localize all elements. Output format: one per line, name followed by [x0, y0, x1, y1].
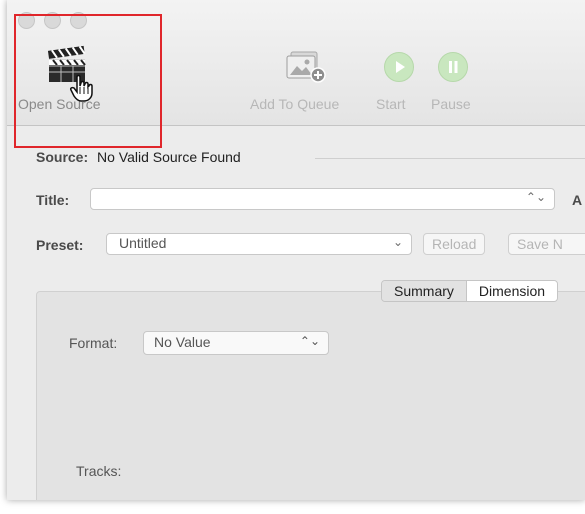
play-icon: [396, 61, 405, 73]
zoom-icon[interactable]: [70, 12, 87, 29]
source-value: No Valid Source Found: [97, 149, 241, 165]
tab-dimensions[interactable]: Dimension: [466, 281, 558, 301]
open-source-label: Open Source: [18, 96, 101, 112]
pause-label: Pause: [431, 96, 471, 112]
title-trailing-label: A: [572, 192, 583, 208]
tracks-label: Tracks:: [76, 463, 122, 479]
summary-panel: Format: No Value ⌃⌄ Tracks:: [36, 291, 585, 500]
save-new-preset-button[interactable]: Save N: [508, 233, 585, 255]
start-label: Start: [376, 96, 406, 112]
source-divider: [315, 158, 585, 159]
format-select-value: No Value: [154, 334, 211, 350]
add-to-queue-button[interactable]: [285, 50, 327, 89]
add-to-queue-icon: [286, 51, 326, 83]
title-label: Title:: [36, 192, 70, 208]
pause-icon: [449, 61, 458, 73]
chevron-updown-icon: ⌃⌄: [299, 334, 320, 348]
reload-button[interactable]: Reload: [423, 233, 486, 255]
preset-select-value: Untitled: [119, 235, 167, 251]
app-window: Open Source Add To Queue Start Pause Sou…: [7, 0, 585, 500]
preset-select[interactable]: Untitled ⌄: [106, 233, 412, 255]
close-icon[interactable]: [18, 12, 35, 29]
source-label: Source:: [36, 149, 89, 165]
preset-label: Preset:: [36, 237, 84, 253]
chevron-down-icon: ⌄: [392, 235, 403, 249]
add-to-queue-label: Add To Queue: [250, 96, 340, 112]
tab-bar: Summary Dimension: [381, 280, 559, 302]
tab-summary[interactable]: Summary: [382, 281, 467, 301]
open-source-button[interactable]: [45, 44, 93, 102]
format-select[interactable]: No Value ⌃⌄: [143, 331, 329, 355]
toolbar: Open Source Add To Queue Start Pause: [7, 0, 585, 126]
minimize-icon[interactable]: [44, 12, 61, 29]
chevron-updown-icon: ⌃⌄: [525, 190, 546, 204]
format-label: Format:: [69, 335, 118, 351]
pause-button[interactable]: [438, 52, 468, 82]
title-select[interactable]: ⌃⌄: [90, 188, 555, 210]
start-button[interactable]: [384, 52, 414, 82]
